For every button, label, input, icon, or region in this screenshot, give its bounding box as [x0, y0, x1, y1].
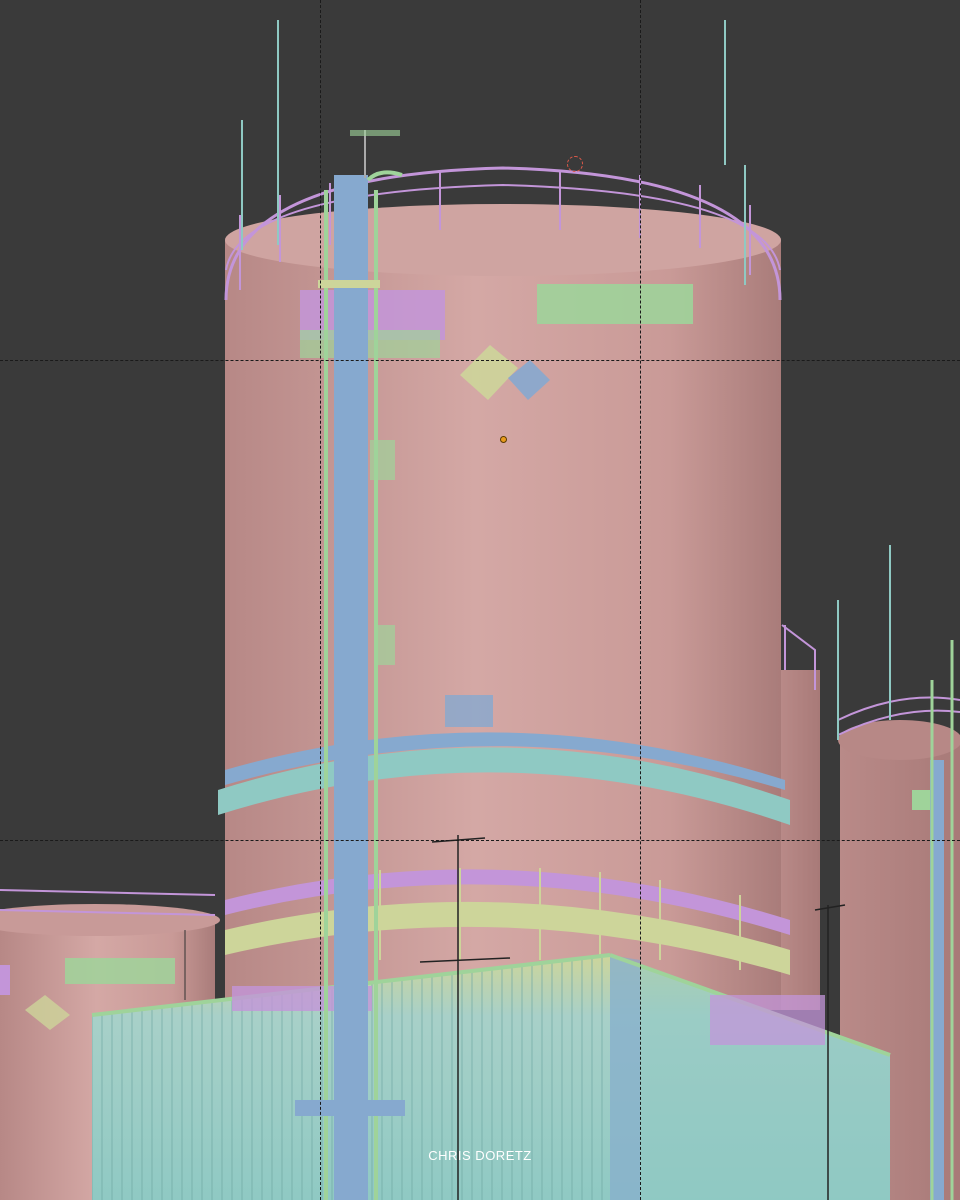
3d-viewport[interactable]: CHRIS DORETZ	[0, 0, 960, 1200]
viewport-guide-vertical	[640, 0, 641, 1200]
viewport-guide-vertical	[320, 0, 321, 1200]
main-storage-tank	[218, 20, 790, 1010]
viewport-guide-horizontal	[0, 360, 960, 361]
industrial-tank-scene	[0, 20, 960, 1200]
object-origin-icon[interactable]	[500, 436, 507, 443]
artist-watermark: CHRIS DORETZ	[428, 1148, 532, 1163]
viewport-guide-horizontal	[0, 840, 960, 841]
pivot-marker-icon[interactable]	[567, 156, 583, 172]
